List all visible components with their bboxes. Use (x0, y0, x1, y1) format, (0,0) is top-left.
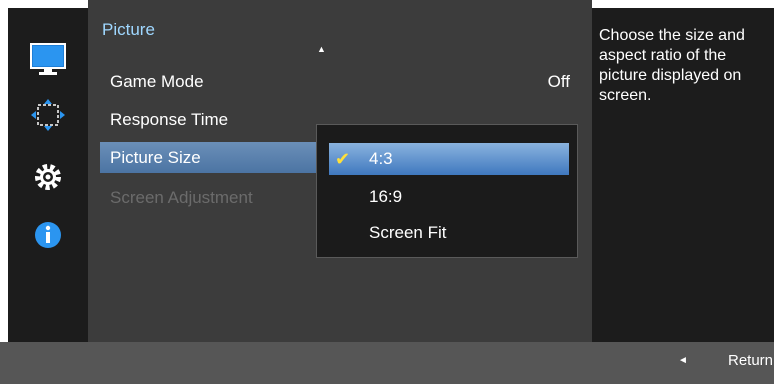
monitor-icon[interactable] (30, 42, 66, 76)
option-label: 16:9 (369, 187, 403, 206)
menu-item-screen-adjustment: Screen Adjustment (100, 182, 310, 213)
option-label: 4:3 (369, 149, 393, 168)
menu-item-label: Game Mode (110, 72, 204, 91)
menu-item-game-mode[interactable]: Game Mode (100, 66, 300, 97)
menu-item-label: Picture Size (110, 148, 201, 167)
picture-size-submenu: ✔ 4:3 16:9 Screen Fit (316, 124, 578, 258)
menu-title: Picture (102, 20, 155, 39)
gear-icon[interactable] (30, 160, 66, 194)
footer-bar: ◄ Return (0, 342, 774, 384)
left-arrow-icon: ◄ (678, 355, 688, 366)
help-panel: Choose the size and aspect ratio of the … (592, 8, 774, 342)
osd-menu: Picture ▲ Game Mode Off Response Time Pi… (0, 0, 774, 384)
help-text: Choose the size and aspect ratio of the … (599, 27, 745, 104)
move-arrows-icon[interactable] (30, 98, 66, 132)
option-screen-fit[interactable]: Screen Fit (329, 217, 569, 249)
game-mode-value: Off (547, 72, 570, 91)
option-label: Screen Fit (369, 223, 447, 242)
checkmark-icon: ✔ (335, 149, 351, 169)
picture-menu-panel: Picture ▲ Game Mode Off Response Time Pi… (88, 0, 592, 342)
menu-item-response-time[interactable]: Response Time (100, 104, 300, 135)
option-4-3[interactable]: ✔ 4:3 (329, 143, 569, 175)
scroll-up-icon[interactable]: ▲ (317, 44, 326, 54)
info-icon[interactable] (30, 218, 66, 252)
menu-item-label: Screen Adjustment (110, 188, 253, 207)
menu-item-label: Response Time (110, 110, 229, 129)
category-sidebar (8, 8, 88, 342)
option-16-9[interactable]: 16:9 (329, 181, 569, 213)
return-button[interactable]: Return (728, 352, 773, 369)
menu-item-picture-size[interactable]: Picture Size (100, 142, 318, 173)
